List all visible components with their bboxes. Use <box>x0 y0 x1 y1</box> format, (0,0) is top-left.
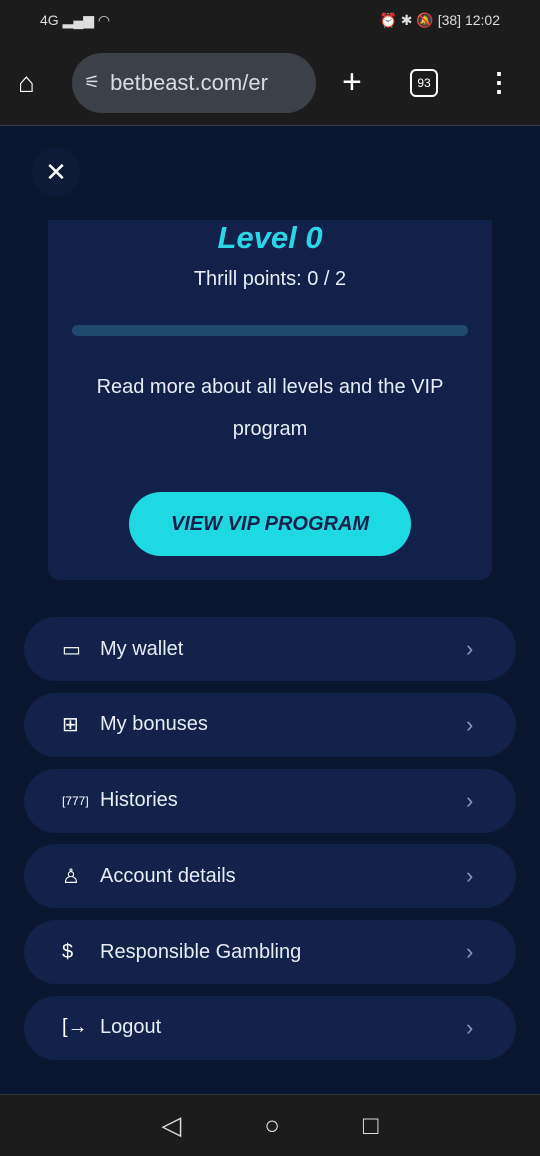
chevron-right-icon: › <box>466 787 474 813</box>
menu-item-my-wallet[interactable]: ▭ My wallet › <box>24 617 516 681</box>
home-circle-icon[interactable]: ○ <box>264 1110 280 1141</box>
home-icon[interactable]: ⌂ <box>18 67 56 99</box>
menu-item-label: Histories <box>100 789 178 812</box>
vip-description: Read more about all levels and the VIP p… <box>96 376 444 440</box>
back-icon[interactable]: ◁ <box>161 1110 181 1141</box>
chevron-right-icon: › <box>466 636 474 661</box>
close-icon: ✕ <box>45 156 67 187</box>
url-text: betbeast.com/er <box>110 69 268 95</box>
menu-item-histories[interactable]: [777] Histories › <box>24 768 516 833</box>
vip-level: Level 0 <box>217 220 323 255</box>
battery-level: 38 <box>441 11 458 28</box>
menu-item-label: My wallet <box>100 637 184 660</box>
menu-item-label: My bonuses <box>100 713 208 736</box>
menu-item-label: Account details <box>100 864 236 887</box>
chevron-right-icon: › <box>466 1014 474 1040</box>
status-right: ⏰ ✱ 🔕 [38] 12:02 <box>379 11 500 28</box>
menu-item-account-details[interactable]: ♙ Account details › <box>24 844 516 909</box>
account-menu: ▭ My wallet › ⊞ My bonuses › [777] Histories ›… <box>24 617 516 1072</box>
chevron-right-icon: › <box>466 939 474 965</box>
chevron-right-icon: › <box>466 863 474 889</box>
close-button[interactable]: ✕ <box>32 148 80 196</box>
menu-item-my-bonuses[interactable]: ⊞ My bonuses › <box>24 692 516 757</box>
user-icon: ♙ <box>62 865 80 888</box>
more-menu-icon[interactable]: ⋮ <box>486 67 512 98</box>
thrill-points: Thrill points: 0 / 2 <box>193 268 347 290</box>
slot-machine-icon: [777] <box>62 793 89 808</box>
new-tab-icon[interactable]: + <box>342 63 382 102</box>
menu-item-logout[interactable]: [→ Logout › <box>24 995 516 1060</box>
address-bar[interactable]: ⚟ betbeast.com/er <box>72 52 316 113</box>
browser-toolbar: ⌂ ⚟ betbeast.com/er + 93 ⋮ <box>0 40 540 126</box>
gift-icon: ⊞ <box>62 714 79 737</box>
view-vip-program-button[interactable]: VIEW VIP PROGRAM <box>129 492 411 556</box>
wallet-icon: ▭ <box>62 638 81 661</box>
menu-item-responsible-gambling[interactable]: $ Responsible Gambling › <box>24 920 516 985</box>
logout-icon: [→ <box>62 1016 88 1039</box>
menu-item-label: Responsible Gambling <box>100 940 302 963</box>
progress-bar <box>72 325 468 336</box>
vip-card: Level 0 Thrill points: 0 / 2 Read more a… <box>48 220 492 580</box>
status-bar: 4G ▂▄▆ ◠ ⏰ ✱ 🔕 [38] 12:02 <box>0 0 540 40</box>
menu-item-label: Logout <box>100 1016 162 1039</box>
signal-icon: 4G ▂▄▆ ◠ <box>40 11 111 28</box>
hand-dollar-icon: $ <box>62 940 74 963</box>
clock: 12:02 <box>464 11 500 28</box>
chevron-right-icon: › <box>466 711 474 737</box>
recents-icon[interactable]: □ <box>363 1110 379 1141</box>
system-nav-bar: ◁ ○ □ <box>0 1094 540 1156</box>
site-settings-icon[interactable]: ⚟ <box>84 72 100 93</box>
tab-switcher-button[interactable]: 93 <box>410 68 438 97</box>
